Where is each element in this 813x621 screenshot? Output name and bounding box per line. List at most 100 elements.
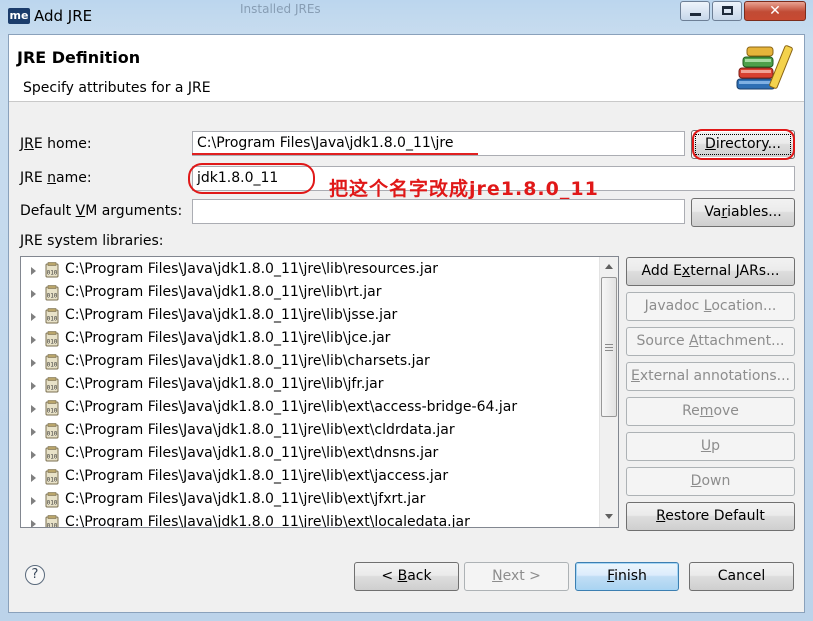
javadoc-location-text: Javadoc xyxy=(644,298,704,314)
expand-arrow-icon[interactable] xyxy=(31,382,36,390)
remove-text-2: ove xyxy=(713,403,739,419)
external-annotations-text-2: xternal annotations... xyxy=(639,368,790,384)
svg-text:010: 010 xyxy=(47,270,58,277)
scroll-thumb[interactable] xyxy=(601,277,617,417)
library-row[interactable]: 010 C:\Program Files\Java\jdk1.8.0_11\jre… xyxy=(21,443,601,466)
expand-arrow-icon[interactable] xyxy=(31,336,36,344)
next-text-2: ext > xyxy=(502,568,541,584)
jar-icon: 010 xyxy=(45,331,59,347)
expand-arrow-icon[interactable] xyxy=(31,520,36,527)
library-row[interactable]: 010 C:\Program Files\Java\jdk1.8.0_11\jre… xyxy=(21,259,601,282)
library-row[interactable]: 010 C:\Program Files\Java\jdk1.8.0_11\jre… xyxy=(21,489,601,512)
cancel-button[interactable]: Cancel xyxy=(689,562,794,591)
remove-button[interactable]: Remove xyxy=(626,397,795,426)
javadoc-location-button[interactable]: Javadoc Location... xyxy=(626,292,795,321)
window-frame: me Add JRE Installed JREs ✕ JRE Definiti… xyxy=(0,0,813,621)
expand-arrow-icon[interactable] xyxy=(31,474,36,482)
jar-icon: 010 xyxy=(45,446,59,462)
svg-text:010: 010 xyxy=(47,339,58,346)
close-button[interactable]: ✕ xyxy=(744,1,806,21)
library-row[interactable]: 010 C:\Program Files\Java\jdk1.8.0_11\jre… xyxy=(21,420,601,443)
next-button[interactable]: Next > xyxy=(464,562,569,591)
scroll-down-arrow-icon[interactable] xyxy=(605,514,613,519)
library-row[interactable]: 010 C:\Program Files\Java\jdk1.8.0_11\jre… xyxy=(21,397,601,420)
library-list[interactable]: 010 C:\Program Files\Java\jdk1.8.0_11\jre… xyxy=(20,256,619,528)
next-mnemonic: N xyxy=(492,568,503,584)
expand-arrow-icon[interactable] xyxy=(31,290,36,298)
jar-icon: 010 xyxy=(45,400,59,416)
library-row[interactable]: 010 C:\Program Files\Java\jdk1.8.0_11\jre… xyxy=(21,374,601,397)
back-button[interactable]: < Back xyxy=(354,562,459,591)
books-icon xyxy=(736,45,793,90)
source-attachment-text-2: ttachment... xyxy=(698,333,785,349)
library-row[interactable]: 010 C:\Program Files\Java\jdk1.8.0_11\jre… xyxy=(21,466,601,489)
vertical-scrollbar[interactable] xyxy=(599,257,618,527)
header-banner: JRE Definition Specify attributes for a … xyxy=(9,35,804,102)
library-path: C:\Program Files\Java\jdk1.8.0_11\jre\li… xyxy=(65,399,518,415)
page-title: JRE Definition xyxy=(17,48,141,67)
library-row[interactable]: 010 C:\Program Files\Java\jdk1.8.0_11\jre… xyxy=(21,282,601,305)
vm-arguments-input[interactable] xyxy=(192,199,685,224)
expand-arrow-icon[interactable] xyxy=(31,267,36,275)
library-path: C:\Program Files\Java\jdk1.8.0_11\jre\li… xyxy=(65,330,391,346)
library-row[interactable]: 010 C:\Program Files\Java\jdk1.8.0_11\jre… xyxy=(21,305,601,328)
library-path: C:\Program Files\Java\jdk1.8.0_11\jre\li… xyxy=(65,491,426,507)
expand-arrow-icon[interactable] xyxy=(31,405,36,413)
jar-icon: 010 xyxy=(45,515,59,529)
svg-text:010: 010 xyxy=(47,316,58,323)
jre-home-label-mnemonic: R xyxy=(24,136,34,152)
back-text-2: ack xyxy=(407,568,432,584)
svg-text:010: 010 xyxy=(47,362,58,369)
add-external-jars-button[interactable]: Add External JARs... xyxy=(626,257,795,286)
help-icon[interactable]: ? xyxy=(25,565,45,585)
svg-text:010: 010 xyxy=(47,431,58,438)
restore-default-button[interactable]: Restore Default xyxy=(626,502,795,531)
libraries-label: JRE system libraries: xyxy=(20,233,164,249)
jar-icon: 010 xyxy=(45,492,59,508)
back-text: < xyxy=(381,568,398,584)
library-path: C:\Program Files\Java\jdk1.8.0_11\jre\li… xyxy=(65,261,439,277)
jre-name-label: JRE name: xyxy=(20,170,92,186)
expand-arrow-icon[interactable] xyxy=(31,359,36,367)
dialog-body: JRE Definition Specify attributes for a … xyxy=(8,34,805,613)
expand-arrow-icon[interactable] xyxy=(31,451,36,459)
external-annotations-button[interactable]: External annotations... xyxy=(626,362,795,391)
restore-default-mnemonic: R xyxy=(656,508,666,524)
jre-name-label-text: JRE xyxy=(20,170,48,186)
library-row[interactable]: 010 C:\Program Files\Java\jdk1.8.0_11\jre… xyxy=(21,351,601,374)
library-row[interactable]: 010 C:\Program Files\Java\jdk1.8.0_11\jre… xyxy=(21,512,601,529)
jre-home-label: JRE home: xyxy=(20,136,92,152)
library-path: C:\Program Files\Java\jdk1.8.0_11\jre\li… xyxy=(65,468,449,484)
down-button[interactable]: Down xyxy=(626,467,795,496)
external-annotations-mnemonic: E xyxy=(631,368,640,384)
scroll-up-arrow-icon[interactable] xyxy=(605,264,613,269)
expand-arrow-icon[interactable] xyxy=(31,313,36,321)
remove-text: Re xyxy=(682,403,700,419)
window-title: Add JRE xyxy=(34,7,93,25)
variables-button[interactable]: Variables... xyxy=(691,198,795,227)
vm-arguments-label: Default VM arguments: xyxy=(20,203,182,219)
expand-arrow-icon[interactable] xyxy=(31,497,36,505)
maximize-icon xyxy=(722,6,733,15)
down-mnemonic: D xyxy=(690,473,702,489)
library-row[interactable]: 010 C:\Program Files\Java\jdk1.8.0_11\jre… xyxy=(21,328,601,351)
library-path: C:\Program Files\Java\jdk1.8.0_11\jre\li… xyxy=(65,445,439,461)
expand-arrow-icon[interactable] xyxy=(31,428,36,436)
maximize-button[interactable] xyxy=(712,1,742,21)
jar-icon: 010 xyxy=(45,285,59,301)
background-window-text: Installed JREs xyxy=(240,2,321,16)
finish-button[interactable]: Finish xyxy=(575,562,679,591)
svg-text:010: 010 xyxy=(47,523,58,529)
source-attachment-button[interactable]: Source Attachment... xyxy=(626,327,795,356)
app-icon: me xyxy=(8,8,30,24)
minimize-button[interactable] xyxy=(680,1,710,21)
svg-text:010: 010 xyxy=(47,477,58,484)
svg-text:010: 010 xyxy=(47,500,58,507)
grip-line xyxy=(605,344,613,345)
library-path: C:\Program Files\Java\jdk1.8.0_11\jre\li… xyxy=(65,307,398,323)
library-path: C:\Program Files\Java\jdk1.8.0_11\jre\li… xyxy=(65,284,382,300)
restore-default-text-2: estore Default xyxy=(665,508,765,524)
jar-icon: 010 xyxy=(45,354,59,370)
up-button[interactable]: Up xyxy=(626,432,795,461)
library-path: C:\Program Files\Java\jdk1.8.0_11\jre\li… xyxy=(65,353,430,369)
